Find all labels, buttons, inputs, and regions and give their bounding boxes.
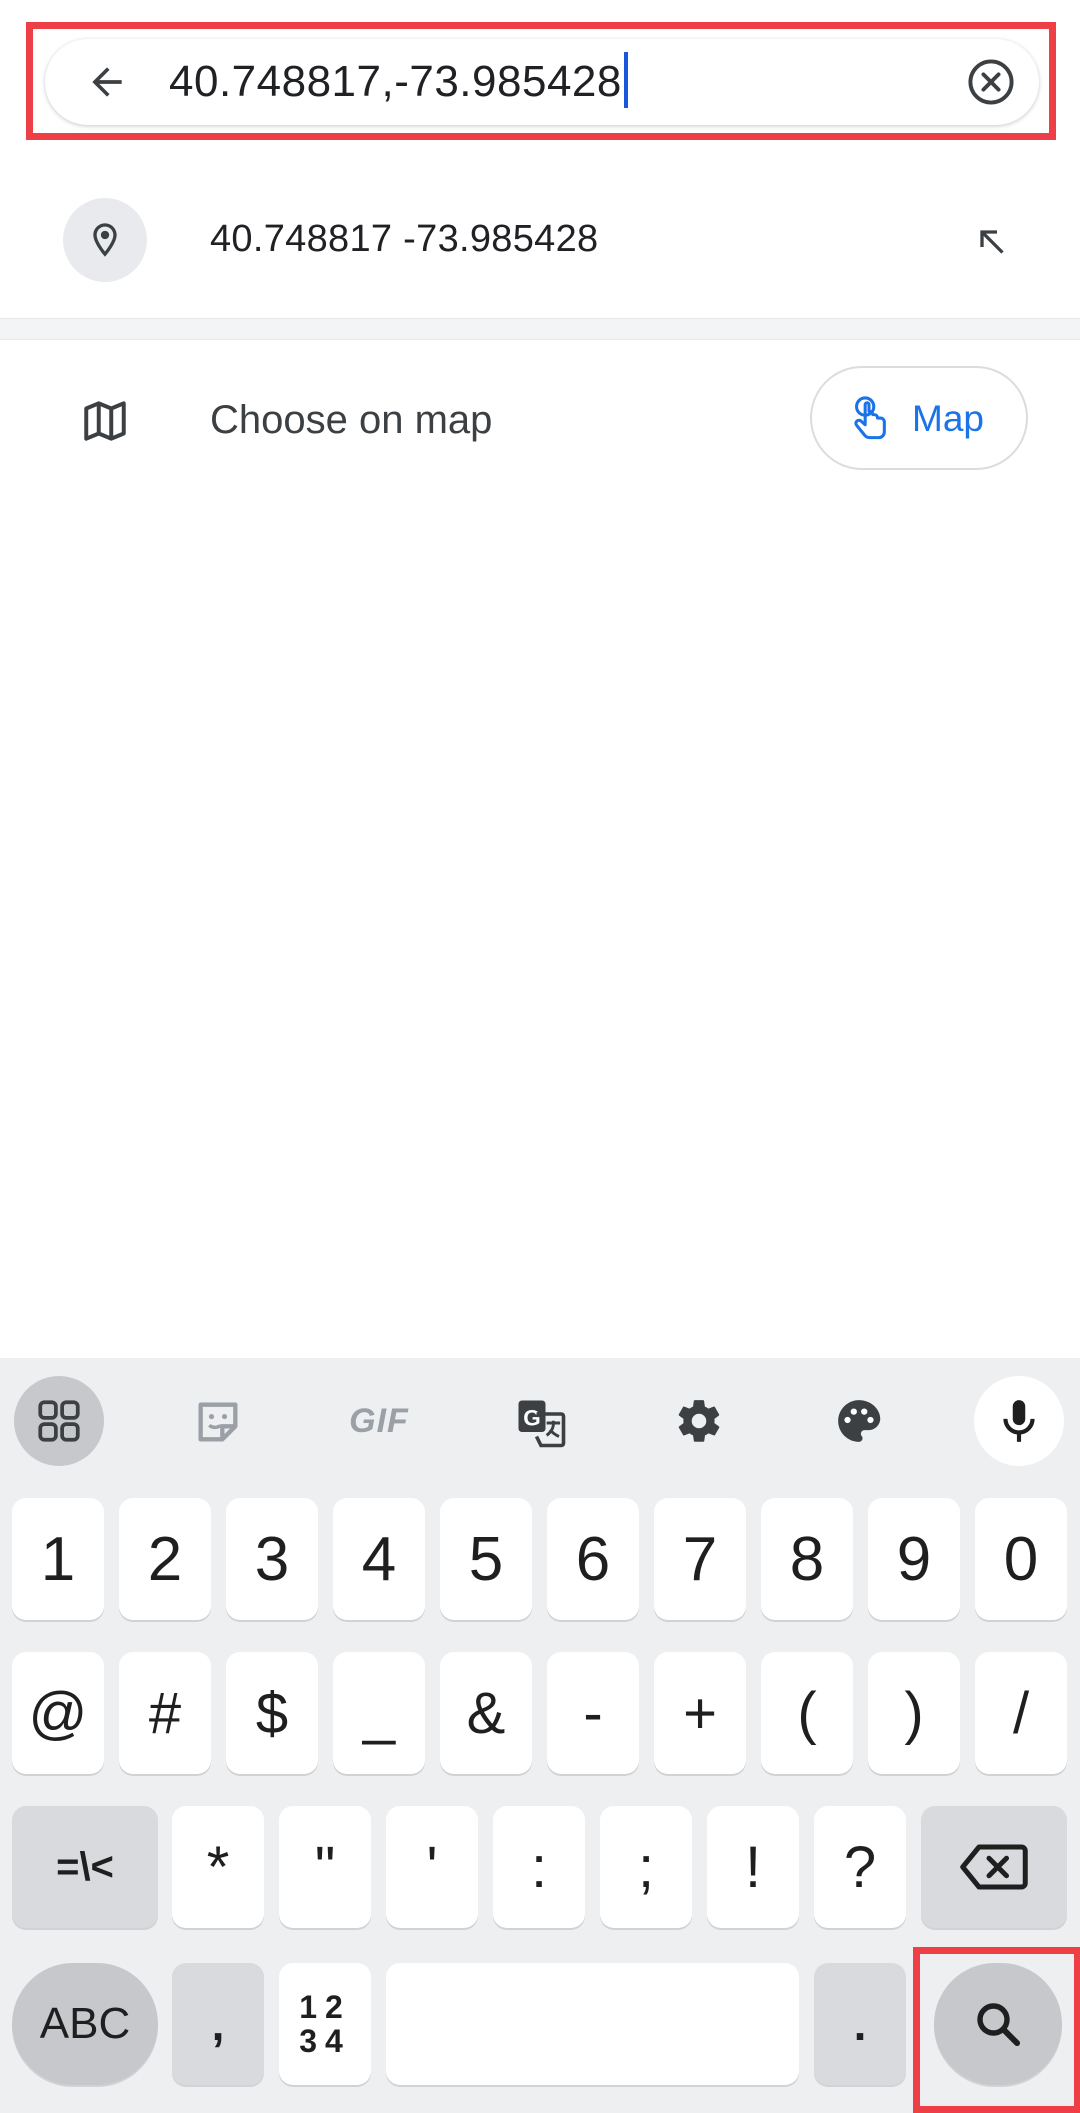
key-plus[interactable]: + xyxy=(654,1652,746,1774)
settings-gear-icon xyxy=(678,1400,720,1442)
key-ampersand[interactable]: & xyxy=(440,1652,532,1774)
key-right-paren[interactable]: ) xyxy=(868,1652,960,1774)
space-key[interactable] xyxy=(386,1963,799,2085)
suggestion-item[interactable]: 40.748817 -73.985428 xyxy=(0,180,1080,300)
search-query: 40.748817,-73.985428 xyxy=(169,57,622,106)
key-3[interactable]: 3 xyxy=(226,1498,318,1620)
key-2[interactable]: 2 xyxy=(119,1498,211,1620)
choose-on-map-row[interactable]: Choose on map Map xyxy=(0,360,1080,480)
key-7[interactable]: 7 xyxy=(654,1498,746,1620)
apps-grid-icon xyxy=(38,1400,80,1442)
key-slash[interactable]: / xyxy=(975,1652,1067,1774)
search-highlight-frame: 40.748817,-73.985428 xyxy=(26,22,1056,140)
suggestion-text: 40.748817 -73.985428 xyxy=(210,218,599,260)
location-pin-badge xyxy=(63,198,147,282)
text-cursor xyxy=(623,52,628,109)
key-minus[interactable]: - xyxy=(547,1652,639,1774)
sticker-button[interactable] xyxy=(172,1376,262,1466)
search-bar[interactable]: 40.748817,-73.985428 xyxy=(45,39,1039,125)
key-4[interactable]: 4 xyxy=(333,1498,425,1620)
key-1[interactable]: 1 xyxy=(12,1498,104,1620)
translate-icon: G xyxy=(518,1400,566,1448)
abc-key[interactable]: ABC xyxy=(12,1963,158,2085)
map-button-label: Map xyxy=(912,398,984,439)
mic-icon xyxy=(1003,1400,1035,1442)
key-0[interactable]: 0 xyxy=(975,1498,1067,1620)
key-8[interactable]: 8 xyxy=(761,1498,853,1620)
arrow-up-left-icon[interactable] xyxy=(972,222,1012,262)
key-underscore[interactable]: _ xyxy=(333,1652,425,1774)
touch-hand-icon xyxy=(854,396,886,440)
key-left-paren[interactable]: ( xyxy=(761,1652,853,1774)
apps-grid-button[interactable] xyxy=(14,1376,104,1466)
gif-button[interactable]: GIF xyxy=(334,1376,424,1466)
section-divider xyxy=(0,318,1080,340)
palette-icon xyxy=(838,1400,881,1442)
key-colon[interactable]: : xyxy=(493,1806,585,1928)
key-comma[interactable]: , xyxy=(172,1963,264,2085)
arrow-left-icon[interactable] xyxy=(85,60,129,104)
search-key-highlight-frame xyxy=(913,1947,1080,2113)
svg-text:G: G xyxy=(523,1405,541,1430)
choose-on-map-label: Choose on map xyxy=(210,398,493,442)
numpad-key-label: 12 34 xyxy=(299,1989,351,2059)
key-at[interactable]: @ xyxy=(12,1652,104,1774)
location-pin-icon xyxy=(93,223,117,257)
translate-button[interactable]: G xyxy=(494,1376,584,1466)
key-semicolon[interactable]: ; xyxy=(600,1806,692,1928)
key-single-quote[interactable]: ' xyxy=(386,1806,478,1928)
key-double-quote[interactable]: " xyxy=(279,1806,371,1928)
voice-input-button[interactable] xyxy=(974,1376,1064,1466)
theme-button[interactable] xyxy=(814,1376,904,1466)
search-input[interactable]: 40.748817,-73.985428 xyxy=(169,52,628,111)
gif-icon: GIF xyxy=(349,1401,409,1440)
backspace-key[interactable] xyxy=(921,1806,1067,1928)
keyboard-toolbar: GIF G xyxy=(0,1358,1080,1488)
numpad-key[interactable]: 12 34 xyxy=(279,1963,371,2085)
sticker-icon xyxy=(198,1402,238,1442)
key-question[interactable]: ? xyxy=(814,1806,906,1928)
close-circle-icon[interactable] xyxy=(965,56,1017,108)
map-button[interactable]: Map xyxy=(810,366,1028,470)
backspace-icon xyxy=(960,1844,1028,1890)
settings-button[interactable] xyxy=(654,1376,744,1466)
key-5[interactable]: 5 xyxy=(440,1498,532,1620)
key-more-symbols[interactable]: =\< xyxy=(12,1806,158,1928)
key-asterisk[interactable]: * xyxy=(172,1806,264,1928)
key-dollar[interactable]: $ xyxy=(226,1652,318,1774)
key-exclamation[interactable]: ! xyxy=(707,1806,799,1928)
key-6[interactable]: 6 xyxy=(547,1498,639,1620)
map-icon xyxy=(84,401,126,441)
key-period[interactable]: . xyxy=(814,1963,906,2085)
key-9[interactable]: 9 xyxy=(868,1498,960,1620)
key-hash[interactable]: # xyxy=(119,1652,211,1774)
